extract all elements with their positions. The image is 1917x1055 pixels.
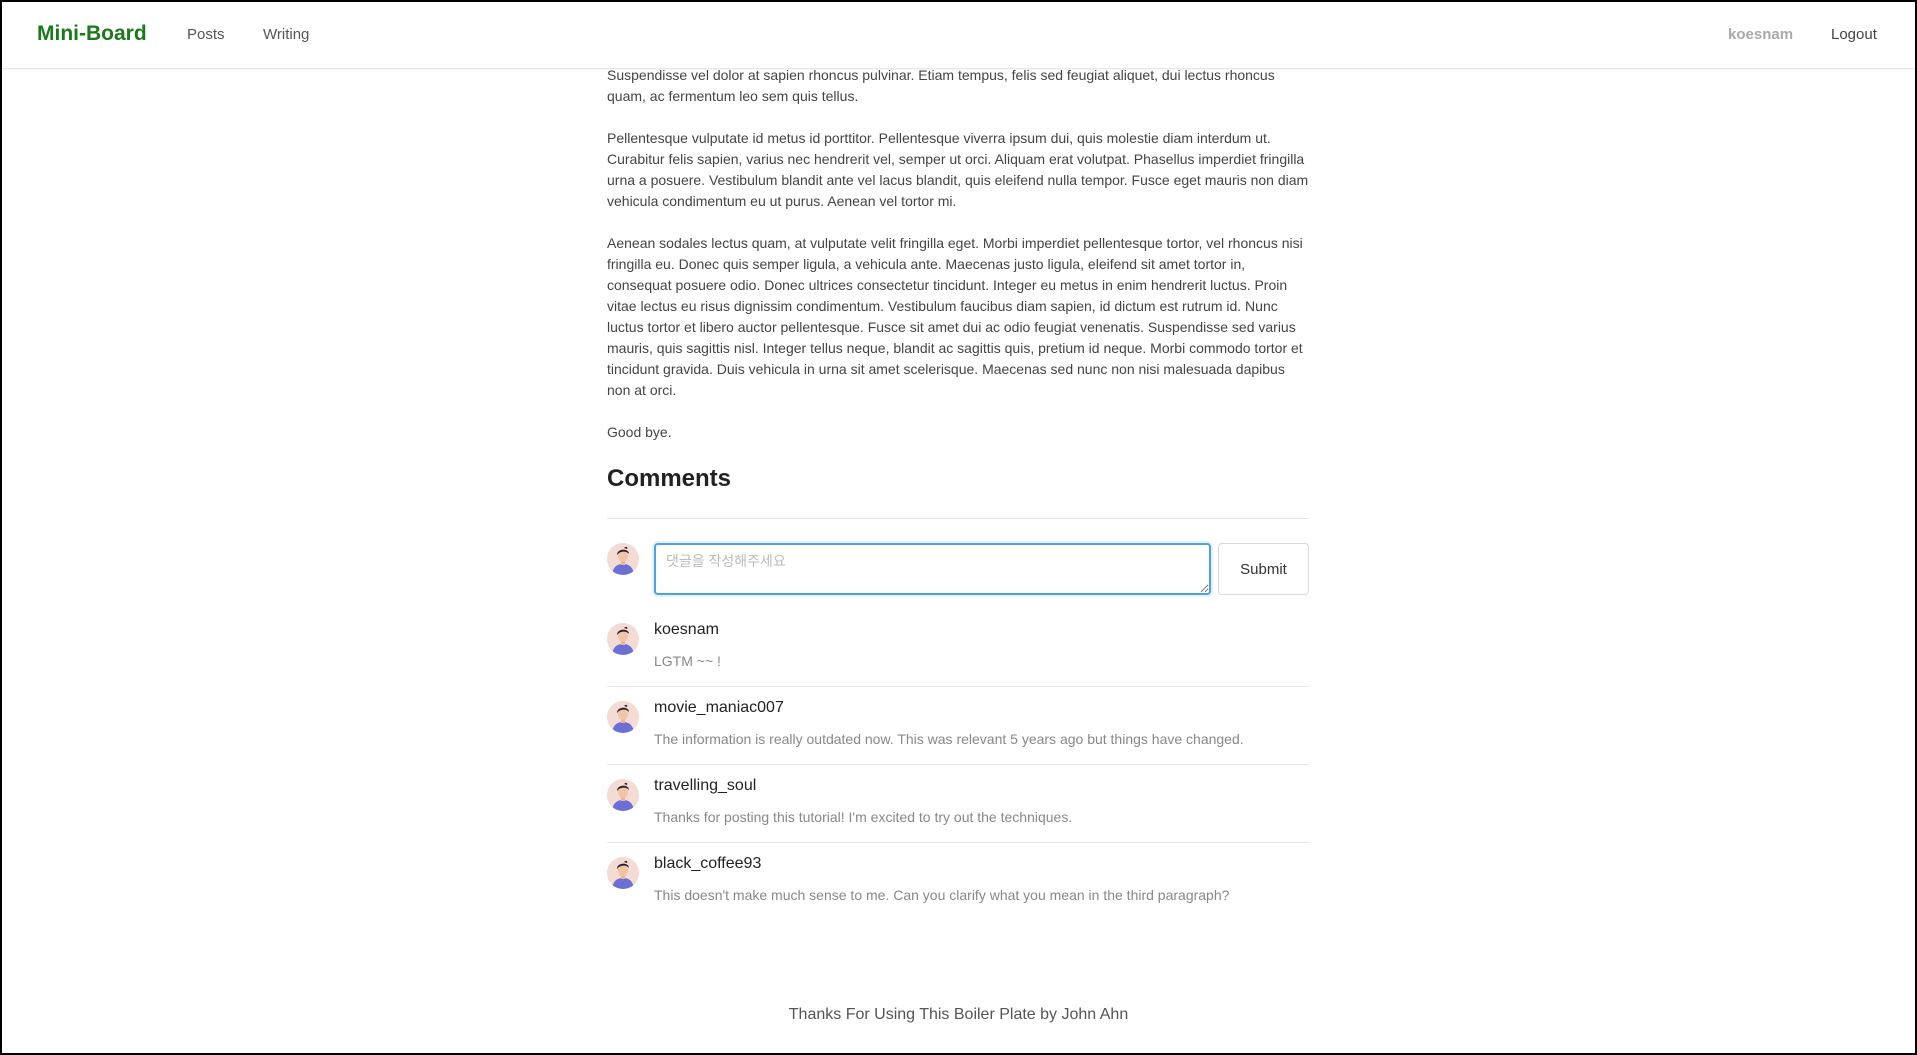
avatar [607,857,639,889]
logo[interactable]: Mini-Board [37,22,147,46]
logout-link[interactable]: Logout [1831,26,1877,43]
comment-item: black_coffee93 This doesn't make much se… [607,843,1309,920]
submit-button[interactable]: Submit [1218,543,1309,595]
comment-item: koesnam LGTM ~~ ! [607,609,1309,687]
comments-title: Comments [607,465,732,492]
comments-list: koesnam LGTM ~~ ! movie_maniac007 The in… [607,609,1309,920]
article-paragraph: Aenean sodales lectus quam, at vulputate… [607,235,1303,398]
comment-form: Submit [607,543,1309,603]
avatar [607,701,639,733]
article-paragraph: Good bye. [607,424,672,440]
article-paragraph: Pellentesque vulputate id metus id portt… [607,130,1309,209]
nav-posts-link[interactable]: Posts [187,26,225,43]
post-content: Suspendisse posuere aliquet tempor. Etia… [607,46,1309,920]
comment-text: The information is really outdated now. … [654,731,1244,747]
comment-item: travelling_soul Thanks for posting this … [607,765,1309,843]
comment-author: travelling_soul [654,777,757,794]
avatar [607,543,639,575]
avatar [607,623,639,655]
comment-text: Thanks for posting this tutorial! I'm ex… [654,809,1073,825]
comment-author: black_coffee93 [654,855,762,872]
divider [607,518,1309,519]
comment-author: koesnam [654,621,719,638]
avatar [607,779,639,811]
comment-text: LGTM ~~ ! [654,653,721,669]
navbar: Mini-Board Posts Writing koesnam Logout [2,2,1915,69]
comment-text: This doesn't make much sense to me. Can … [654,887,1230,903]
nav-writing-link[interactable]: Writing [263,26,309,43]
comment-input[interactable] [654,543,1211,595]
comment-author: movie_maniac007 [654,699,784,716]
footer: Thanks For Using This Boiler Plate by Jo… [788,1006,1129,1023]
username[interactable]: koesnam [1728,26,1793,43]
page: Mini-Board Posts Writing koesnam Logout … [2,2,1915,1053]
comment-item: movie_maniac007 The information is reall… [607,687,1309,765]
